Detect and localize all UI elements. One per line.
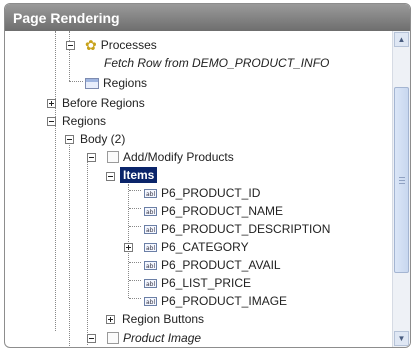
collapse-body-toggle[interactable] (65, 135, 74, 144)
tree-connector (69, 31, 70, 81)
tree-node-label: P6_PRODUCT_ID (161, 186, 261, 200)
tree-node-label: Regions (103, 76, 148, 90)
tree-node-item[interactable]: abl P6_PRODUCT_NAME (144, 203, 283, 219)
collapse-regions-toggle[interactable] (47, 117, 56, 126)
tree-node-before-regions[interactable]: Before Regions (62, 95, 145, 111)
collapse-product-image-toggle[interactable] (87, 334, 96, 343)
tree-connector (129, 298, 141, 299)
tree-connector (55, 31, 56, 331)
region-checkbox-icon (107, 151, 119, 163)
tree-node-label: Regions (62, 114, 107, 128)
tree-connector (87, 155, 88, 345)
scroll-up-button[interactable]: ▲ (394, 32, 409, 47)
text-item-icon: abl (144, 296, 157, 306)
tree-node-item[interactable]: abl P6_LIST_PRICE (144, 275, 251, 291)
panel-header: Page Rendering (5, 4, 410, 31)
tree-node-item[interactable]: abl P6_PRODUCT_AVAIL (144, 257, 281, 273)
tree-node-label: P6_PRODUCT_DESCRIPTION (161, 222, 331, 236)
grip-line (399, 180, 405, 181)
tree-node-item[interactable]: abl P6_PRODUCT_DESCRIPTION (144, 221, 330, 237)
collapse-items-toggle[interactable] (106, 172, 115, 181)
tree-node-regions-sub[interactable]: Regions (85, 75, 147, 91)
tree-node-fetch-row[interactable]: Fetch Row from DEMO_PRODUCT_INFO (104, 55, 329, 71)
tree-node-label: Body (2) (80, 132, 126, 146)
tree-node-item[interactable]: abl P6_PRODUCT_ID (144, 185, 260, 201)
grip-line (399, 183, 405, 184)
scroll-down-button[interactable]: ▼ (394, 331, 409, 346)
grip-line (399, 177, 405, 178)
scroll-thumb[interactable] (394, 87, 409, 273)
tree-connector (69, 81, 83, 82)
tree-node-label: Before Regions (62, 96, 145, 110)
tree-connector (129, 280, 141, 281)
tree-node-item[interactable]: abl P6_CATEGORY (144, 239, 249, 255)
tree-node-regions[interactable]: Regions (62, 113, 106, 129)
tree-connector (69, 136, 70, 346)
tree-node-add-modify-products[interactable]: Add/Modify Products (107, 149, 234, 165)
tree-connector (129, 226, 141, 227)
tree-connector (129, 190, 141, 191)
tree-node-items[interactable]: Items (120, 167, 158, 183)
tree-node-label-selected: Items (120, 167, 158, 183)
text-item-icon: abl (144, 188, 157, 198)
tree-node-label: Add/Modify Products (123, 150, 234, 164)
tree-node-label: Product Image (123, 331, 202, 345)
vertical-scrollbar[interactable]: ▲ ▼ (392, 31, 410, 347)
region-icon (85, 77, 99, 89)
tree-node-label: Region Buttons (122, 312, 205, 326)
collapse-add-modify-toggle[interactable] (87, 153, 96, 162)
panel-title: Page Rendering (13, 10, 120, 26)
text-item-icon: abl (144, 206, 157, 216)
text-item-icon: abl (144, 278, 157, 288)
tree-node-label: P6_PRODUCT_AVAIL (161, 258, 281, 272)
region-checkbox-icon (107, 332, 119, 344)
expand-region-buttons-toggle[interactable] (106, 315, 115, 324)
tree-node-label: Processes (100, 38, 157, 52)
page-tree[interactable]: ✿ Processes Fetch Row from DEMO_PRODUCT_… (5, 31, 392, 347)
tree-node-body[interactable]: Body (2) (80, 131, 125, 147)
expand-before-regions-toggle[interactable] (47, 99, 56, 108)
gear-icon: ✿ (85, 37, 97, 53)
tree-node-label: P6_CATEGORY (161, 240, 249, 254)
tree-connector (129, 208, 141, 209)
tree-node-label: P6_PRODUCT_NAME (161, 204, 284, 218)
tree-node-product-image[interactable]: Product Image (107, 330, 201, 346)
text-item-icon: abl (144, 242, 157, 252)
tree-connector (129, 262, 141, 263)
tree-node-label: Fetch Row from DEMO_PRODUCT_INFO (104, 56, 330, 70)
collapse-processes-toggle[interactable] (66, 41, 75, 50)
tree-node-item[interactable]: abl P6_PRODUCT_IMAGE (144, 293, 287, 309)
page-rendering-panel: Page Rendering ✿ Processes Fetch Row fro… (4, 3, 411, 348)
tree-node-processes[interactable]: ✿ Processes (85, 37, 157, 53)
text-item-icon: abl (144, 260, 157, 270)
tree-node-region-buttons[interactable]: Region Buttons (122, 311, 204, 327)
text-item-icon: abl (144, 224, 157, 234)
expand-category-toggle[interactable] (124, 243, 133, 252)
tree-node-label: P6_LIST_PRICE (161, 276, 252, 290)
tree-node-label: P6_PRODUCT_IMAGE (161, 294, 288, 308)
